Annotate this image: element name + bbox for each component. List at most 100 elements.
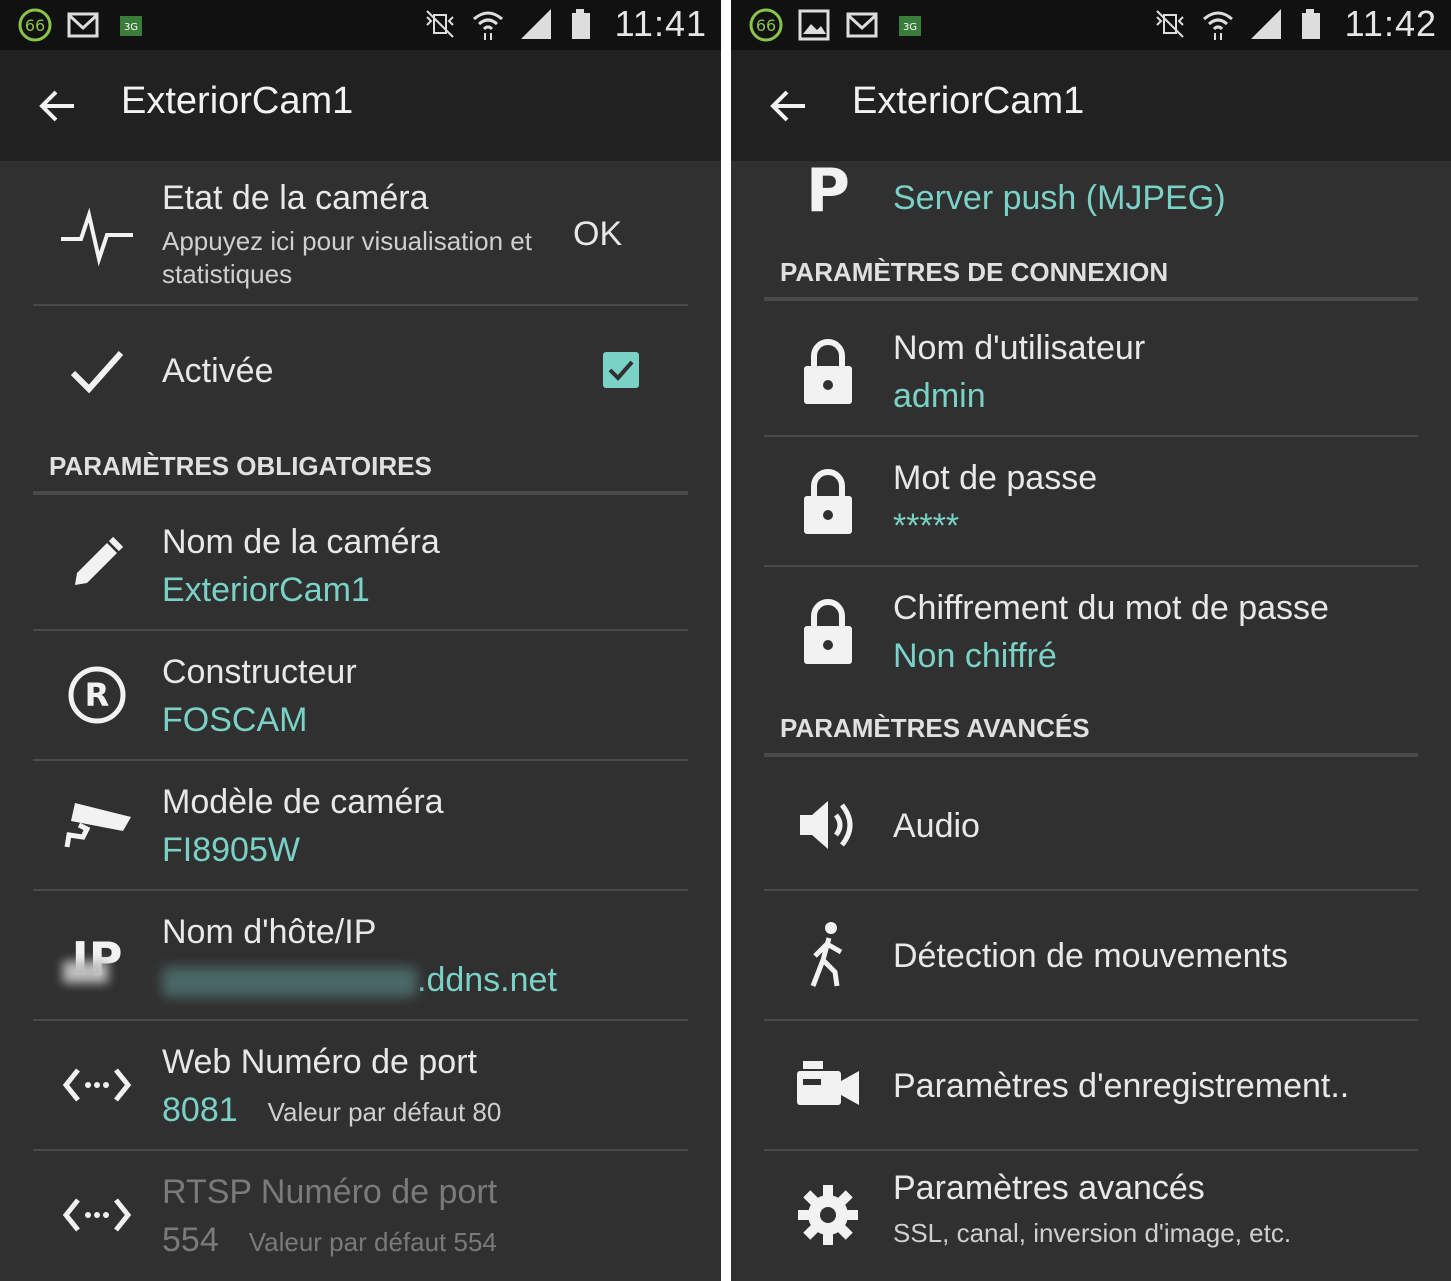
code-arrows-icon — [59, 1177, 135, 1253]
camera-status-summary: Appuyez ici pour visualisation et statis… — [162, 226, 532, 289]
svg-text:R: R — [85, 676, 110, 714]
username-title: Nom d'utilisateur — [893, 329, 1146, 367]
svg-text:3G: 3G — [903, 22, 917, 33]
web-port-title: Web Numéro de port — [162, 1043, 477, 1081]
pulse-icon — [59, 195, 135, 271]
rtsp-port-row[interactable]: RTSP Numéro de port 554 Valeur par défaut… — [33, 1151, 688, 1281]
page-title: ExteriorCam1 — [852, 80, 1085, 122]
p-icon: P — [790, 161, 866, 217]
camera-status-title: Etat de la caméra — [162, 179, 429, 217]
camera-name-value: ExteriorCam1 — [162, 571, 370, 609]
battery-icon — [571, 9, 590, 39]
signal-icon — [1250, 9, 1281, 39]
left-screen: 66 3G 11:41 ExteriorCam1 Etat de la camé… — [0, 0, 721, 1281]
gmail-icon — [846, 12, 878, 38]
hostname-row[interactable]: IP Nom d'hôte/IP .ddns.net — [33, 891, 688, 1021]
advanced-settings-title: Paramètres avancés — [893, 1169, 1205, 1207]
camera-model-row[interactable]: Modèle de caméra FI8905W — [33, 761, 688, 891]
network-3g-icon: 3G — [120, 16, 142, 36]
battery-widget-icon: 66 — [18, 8, 52, 42]
web-port-hint: Valeur par défaut 80 — [267, 1097, 502, 1127]
cctv-camera-icon — [59, 787, 135, 863]
manufacturer-value: FOSCAM — [162, 701, 308, 739]
section-header-advanced: PARAMÈTRES AVANCÉS — [764, 713, 1418, 757]
gear-icon — [790, 1177, 866, 1253]
walking-icon — [790, 917, 866, 993]
settings-list[interactable]: Etat de la caméra Appuyez ici pour visua… — [0, 161, 721, 1281]
section-header-connection: PARAMÈTRES DE CONNEXION — [764, 257, 1418, 301]
password-row[interactable]: Mot de passe ***** — [764, 437, 1418, 567]
mute-vibrate-icon — [1155, 10, 1184, 38]
hostname-title: Nom d'hôte/IP — [162, 913, 377, 951]
password-encryption-value: Non chiffré — [893, 637, 1057, 675]
mute-vibrate-icon — [425, 10, 454, 38]
username-value: admin — [893, 377, 986, 415]
lock-icon — [790, 333, 866, 409]
enabled-row[interactable]: Activée — [33, 306, 688, 436]
hostname-value: .ddns.net — [162, 961, 557, 1000]
clock: 11:41 — [614, 3, 707, 44]
section-header-required: PARAMÈTRES OBLIGATOIRES — [33, 451, 688, 495]
speaker-icon — [790, 787, 866, 863]
enabled-checkbox[interactable] — [603, 352, 639, 388]
recording-settings-row[interactable]: Paramètres d'enregistrement.. — [764, 1021, 1418, 1151]
password-title: Mot de passe — [893, 459, 1098, 497]
camera-model-title: Modèle de caméra — [162, 783, 444, 821]
camera-name-title: Nom de la caméra — [162, 523, 440, 561]
signal-icon — [520, 9, 551, 39]
code-arrows-icon — [59, 1047, 135, 1123]
back-arrow-icon[interactable] — [38, 86, 78, 126]
battery-icon — [1301, 9, 1320, 39]
camera-model-value: FI8905W — [162, 831, 300, 869]
password-encryption-title: Chiffrement du mot de passe — [893, 589, 1329, 627]
rtsp-port-title: RTSP Numéro de port — [162, 1173, 498, 1211]
app-bar: ExteriorCam1 — [0, 50, 721, 161]
wifi-icon — [1202, 11, 1233, 40]
clock: 11:42 — [1344, 3, 1437, 44]
web-port-row[interactable]: Web Numéro de port 8081 Valeur par défaut… — [33, 1021, 688, 1151]
page-title: ExteriorCam1 — [121, 80, 354, 122]
network-3g-icon: 3G — [899, 16, 921, 36]
rtsp-port-hint: Valeur par défaut 554 — [248, 1227, 497, 1257]
audio-title: Audio — [893, 807, 980, 845]
recording-settings-title: Paramètres d'enregistrement.. — [893, 1067, 1350, 1105]
check-icon — [59, 333, 135, 409]
manufacturer-title: Constructeur — [162, 653, 357, 691]
svg-text:66: 66 — [756, 16, 776, 35]
advanced-settings-row[interactable]: Paramètres avancés SSL, canal, inversion… — [764, 1151, 1418, 1281]
status-bar: 66 3G — [0, 0, 721, 50]
wifi-icon — [472, 11, 503, 40]
blurred-region — [63, 961, 108, 983]
web-port-value: 8081 Valeur par défaut 80 — [162, 1091, 502, 1129]
password-encryption-row[interactable]: Chiffrement du mot de passe Non chiffré — [764, 567, 1418, 697]
battery-widget-icon: 66 — [749, 8, 783, 42]
gallery-icon — [798, 9, 830, 41]
enabled-title: Activée — [162, 352, 274, 390]
manufacturer-row[interactable]: R Constructeur FOSCAM — [33, 631, 688, 761]
camera-status-value: OK — [573, 215, 623, 253]
rtsp-port-value: 554 Valeur par défaut 554 — [162, 1221, 497, 1259]
username-row[interactable]: Nom d'utilisateur admin — [764, 305, 1418, 437]
audio-row[interactable]: Audio — [764, 761, 1418, 891]
status-bar: 66 3G — [731, 0, 1451, 50]
password-value: ***** — [893, 507, 960, 545]
pencil-icon — [59, 525, 135, 601]
motion-detection-title: Détection de mouvements — [893, 937, 1288, 975]
motion-detection-row[interactable]: Détection de mouvements — [764, 891, 1418, 1021]
back-arrow-icon[interactable] — [769, 86, 809, 126]
settings-list[interactable]: P Server push (MJPEG) PARAMÈTRES DE CONN… — [731, 161, 1451, 1281]
camera-name-row[interactable]: Nom de la caméra ExteriorCam1 — [33, 499, 688, 631]
redacted-hostname — [162, 967, 417, 998]
svg-text:3G: 3G — [124, 22, 138, 33]
protocol-row[interactable]: P Server push (MJPEG) — [764, 161, 1418, 226]
lock-icon — [790, 463, 866, 539]
lock-icon — [790, 593, 866, 669]
svg-text:66: 66 — [25, 16, 45, 35]
protocol-value: Server push (MJPEG) — [893, 179, 1226, 217]
right-screen: 66 3G 11:42 ExteriorCam1 P Server push (… — [731, 0, 1451, 1281]
app-bar: ExteriorCam1 — [731, 50, 1451, 161]
camera-status-row[interactable]: Etat de la caméra Appuyez ici pour visua… — [33, 161, 688, 306]
registered-icon: R — [59, 657, 135, 733]
svg-text:P: P — [806, 161, 850, 217]
advanced-settings-summary: SSL, canal, inversion d'image, etc. — [893, 1218, 1292, 1248]
